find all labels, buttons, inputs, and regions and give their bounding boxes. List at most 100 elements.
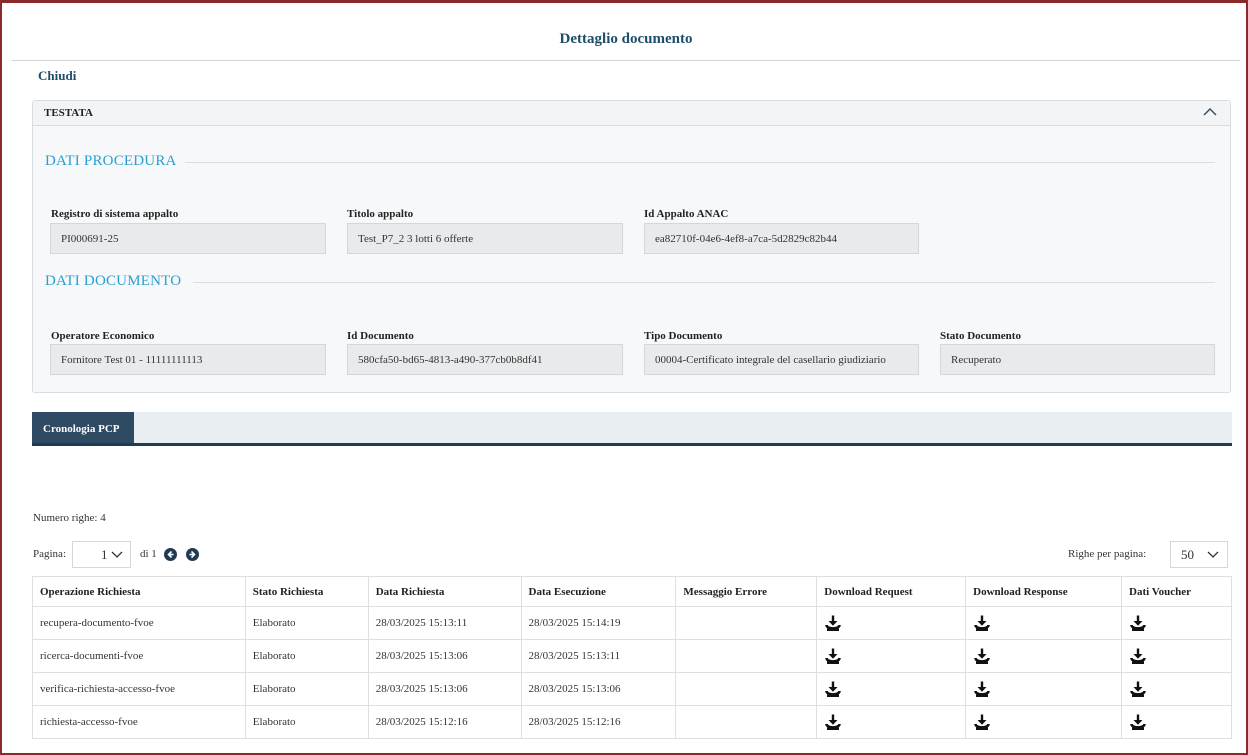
- column-header[interactable]: Download Request: [816, 576, 967, 607]
- download-icon[interactable]: [1129, 614, 1147, 632]
- section-divider: [193, 282, 1215, 283]
- field-label-registro: Registro di sistema appalto: [51, 208, 179, 220]
- cell-messaggio: [675, 672, 818, 706]
- testata-header[interactable]: TESTATA: [33, 101, 1230, 126]
- cell-data-esecuzione: 28/03/2025 15:12:16: [520, 705, 677, 739]
- field-label-id-documento: Id Documento: [347, 330, 414, 342]
- field-label-stato-documento: Stato Documento: [940, 330, 1021, 342]
- cell-download-response: [965, 705, 1123, 739]
- download-icon[interactable]: [824, 614, 842, 632]
- chevron-down-icon: [1207, 551, 1219, 558]
- tab-strip: Cronologia PCP: [32, 412, 1232, 446]
- field-operatore: Fornitore Test 01 - 11111111113: [50, 344, 326, 375]
- cell-download-request: [816, 672, 967, 706]
- download-icon[interactable]: [973, 680, 991, 698]
- page-select-value: 1: [101, 547, 108, 562]
- page-total: di 1: [140, 548, 157, 560]
- download-icon[interactable]: [824, 680, 842, 698]
- section-divider: [185, 162, 1215, 163]
- field-label-titolo: Titolo appalto: [347, 208, 414, 220]
- page-select[interactable]: 1: [72, 541, 131, 568]
- column-header[interactable]: Dati Voucher: [1121, 576, 1232, 607]
- per-page-label: Righe per pagina:: [1068, 548, 1147, 560]
- section-title-dati-procedura: DATI PROCEDURA: [45, 153, 177, 169]
- column-header[interactable]: Download Response: [965, 576, 1123, 607]
- cell-data-esecuzione: 28/03/2025 15:13:11: [520, 639, 677, 673]
- cell-messaggio: [675, 705, 818, 739]
- column-header[interactable]: Operazione Richiesta: [32, 576, 246, 607]
- field-label-operatore: Operatore Economico: [51, 330, 155, 342]
- cell-stato: Elaborato: [244, 672, 369, 706]
- cell-download-response: [965, 606, 1123, 640]
- field-id-documento: 580cfa50-bd65-4813-a490-377cb0b8df41: [347, 344, 623, 375]
- pager: Pagina: 1 di 1: [33, 541, 233, 568]
- page-title: Dettaglio documento: [559, 31, 693, 47]
- next-page-icon[interactable]: [186, 548, 199, 561]
- section-title-dati-documento: DATI DOCUMENTO: [45, 273, 182, 289]
- field-titolo: Test_P7_2 3 lotti 6 offerte: [347, 223, 623, 254]
- title-bar: Dettaglio documento: [12, 21, 1240, 61]
- cell-dati-voucher: [1121, 606, 1232, 640]
- cell-download-response: [965, 672, 1123, 706]
- download-icon[interactable]: [973, 647, 991, 665]
- cell-dati-voucher: [1121, 639, 1232, 673]
- table-header-row: Operazione Richiesta Stato Richiesta Dat…: [32, 576, 1232, 607]
- cell-download-response: [965, 639, 1123, 673]
- per-page-value: 50: [1181, 547, 1194, 562]
- download-icon[interactable]: [1129, 713, 1147, 731]
- data-table: Operazione Richiesta Stato Richiesta Dat…: [32, 576, 1232, 739]
- chevron-up-icon[interactable]: [1202, 105, 1218, 119]
- cell-dati-voucher: [1121, 672, 1232, 706]
- per-page-select[interactable]: 50: [1170, 541, 1228, 568]
- cell-dati-voucher: [1121, 705, 1232, 739]
- pager-label: Pagina:: [33, 548, 66, 560]
- cell-operazione: verifica-richiesta-accesso-fvoe: [32, 672, 246, 706]
- field-registro: PI000691-25: [50, 223, 326, 254]
- download-icon[interactable]: [1129, 647, 1147, 665]
- cell-data-esecuzione: 28/03/2025 15:14:19: [520, 606, 677, 640]
- cell-messaggio: [675, 606, 818, 640]
- table-row: verifica-richiesta-accesso-fvoe Elaborat…: [32, 672, 1232, 706]
- field-stato-documento: Recuperato: [940, 344, 1215, 375]
- cell-messaggio: [675, 639, 818, 673]
- table-row: recupera-documento-fvoe Elaborato 28/03/…: [32, 606, 1232, 640]
- cell-stato: Elaborato: [244, 639, 369, 673]
- field-tipo-documento: 00004-Certificato integrale del casellar…: [644, 344, 919, 375]
- cell-data-richiesta: 28/03/2025 15:13:06: [367, 672, 522, 706]
- cell-data-richiesta: 28/03/2025 15:13:06: [367, 639, 522, 673]
- cell-data-richiesta: 28/03/2025 15:12:16: [367, 705, 522, 739]
- download-icon[interactable]: [973, 614, 991, 632]
- per-page: Righe per pagina: 50: [1068, 541, 1228, 568]
- cell-operazione: ricerca-documenti-fvoe: [32, 639, 246, 673]
- field-id-appalto: ea82710f-04e6-4ef8-a7ca-5d2829c82b44: [644, 223, 919, 254]
- column-header[interactable]: Data Richiesta: [367, 576, 522, 607]
- chevron-down-icon: [111, 551, 123, 558]
- download-icon[interactable]: [973, 713, 991, 731]
- cell-data-esecuzione: 28/03/2025 15:13:06: [520, 672, 677, 706]
- row-count: Numero righe: 4: [33, 512, 106, 524]
- cell-stato: Elaborato: [244, 705, 369, 739]
- table-row: richiesta-accesso-fvoe Elaborato 28/03/2…: [32, 705, 1232, 739]
- table-row: ricerca-documenti-fvoe Elaborato 28/03/2…: [32, 639, 1232, 673]
- testata-panel: TESTATA DATI PROCEDURA Registro di siste…: [32, 100, 1231, 393]
- field-label-tipo-documento: Tipo Documento: [644, 330, 723, 342]
- close-link[interactable]: Chiudi: [38, 68, 76, 84]
- cell-operazione: recupera-documento-fvoe: [32, 606, 246, 640]
- cell-operazione: richiesta-accesso-fvoe: [32, 705, 246, 739]
- tab-cronologia-pcp[interactable]: Cronologia PCP: [32, 412, 134, 443]
- prev-page-icon[interactable]: [164, 548, 177, 561]
- cell-stato: Elaborato: [244, 606, 369, 640]
- cell-download-request: [816, 606, 967, 640]
- field-label-id-appalto: Id Appalto ANAC: [644, 208, 729, 220]
- window-frame: Dettaglio documento Chiudi TESTATA DATI …: [0, 0, 1248, 755]
- download-icon[interactable]: [824, 647, 842, 665]
- cell-download-request: [816, 705, 967, 739]
- download-icon[interactable]: [824, 713, 842, 731]
- cell-data-richiesta: 28/03/2025 15:13:11: [367, 606, 522, 640]
- testata-label: TESTATA: [44, 107, 93, 119]
- column-header[interactable]: Stato Richiesta: [244, 576, 369, 607]
- column-header[interactable]: Messaggio Errore: [675, 576, 818, 607]
- column-header[interactable]: Data Esecuzione: [520, 576, 677, 607]
- download-icon[interactable]: [1129, 680, 1147, 698]
- cell-download-request: [816, 639, 967, 673]
